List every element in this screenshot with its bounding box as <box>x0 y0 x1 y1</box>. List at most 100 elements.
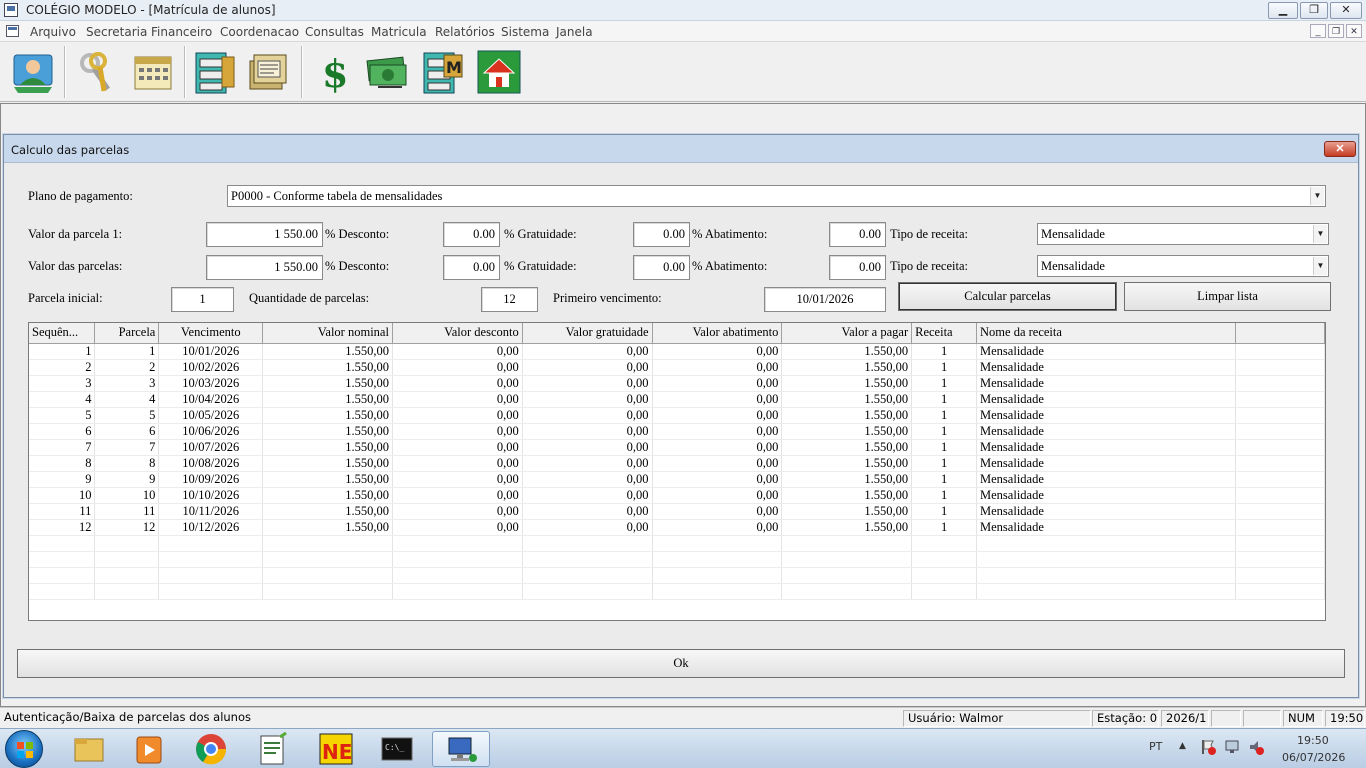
keys-icon[interactable] <box>74 49 120 95</box>
flag-icon[interactable] <box>1200 738 1216 759</box>
menu-coordenacao[interactable]: Coordenacao <box>220 25 299 39</box>
menu-matricula[interactable]: Matricula <box>371 25 427 39</box>
empty-cell <box>522 551 653 568</box>
table-row[interactable]: 9 9 10/09/2026 1.550,00 0,00 0,00 0,00 1.550,00… <box>29 471 1325 488</box>
mdi-minimize-button[interactable]: _ <box>1310 24 1326 38</box>
plano-select[interactable]: P0000 - Conforme tabela de mensalidades … <box>227 185 1326 207</box>
language-indicator[interactable]: PT <box>1149 740 1162 753</box>
menu-janela[interactable]: Janela <box>556 25 593 39</box>
cabinet-m-icon[interactable]: M <box>420 49 466 95</box>
table-cell: 1.550,00 <box>781 439 913 456</box>
chevron-down-icon[interactable]: ▼ <box>1313 225 1327 243</box>
table-row[interactable]: 8 8 10/08/2026 1.550,00 0,00 0,00 0,00 1.550,00… <box>29 455 1325 472</box>
folder-icon[interactable] <box>60 731 118 767</box>
chevron-down-icon[interactable]: ▼ <box>1310 187 1324 205</box>
table-cell: 1 <box>911 391 978 408</box>
col-valor-desconto[interactable]: Valor desconto <box>392 323 523 344</box>
col-valor-gratuidade[interactable]: Valor gratuidade <box>522 323 653 344</box>
mdi-restore-button[interactable]: ❐ <box>1328 24 1344 38</box>
menu-secretaria[interactable]: Secretaria <box>86 25 147 39</box>
vencimento-field[interactable]: 10/01/2026 <box>764 287 886 312</box>
tray-expand-icon[interactable]: ▲ <box>1179 741 1186 751</box>
minimize-button[interactable]: ▁ <box>1268 2 1298 19</box>
empty-cell <box>522 567 653 584</box>
dialog-close-button[interactable]: ✕ <box>1324 141 1356 157</box>
menu-financeiro[interactable]: Financeiro <box>151 25 212 39</box>
table-row[interactable]: 6 6 10/06/2026 1.550,00 0,00 0,00 0,00 1.550,00… <box>29 423 1325 440</box>
table-cell: 10/05/2026 <box>158 407 264 424</box>
table-cell: 11 <box>29 503 96 520</box>
table-row[interactable]: 12 12 10/12/2026 1.550,00 0,00 0,00 0,00 1.550,… <box>29 519 1325 536</box>
table-row[interactable]: 3 3 10/03/2026 1.550,00 0,00 0,00 0,00 1.550,00… <box>29 375 1325 392</box>
ne-app-icon[interactable]: NE <box>306 731 364 767</box>
close-button[interactable]: ✕ <box>1330 2 1362 19</box>
filler-cell <box>1235 439 1325 456</box>
windows-start-icon[interactable] <box>5 730 43 768</box>
table-cell: Mensalidade <box>976 407 1237 424</box>
table-row[interactable]: 4 4 10/04/2026 1.550,00 0,00 0,00 0,00 1.550,00… <box>29 391 1325 408</box>
abatimento1-field[interactable]: 0.00 <box>829 222 886 247</box>
menu-sistema[interactable]: Sistema <box>501 25 549 39</box>
parcelas-grid[interactable]: Sequên... Parcela Vencimento Valor nomin… <box>28 322 1326 621</box>
table-cell: Mensalidade <box>976 423 1237 440</box>
notepad-icon[interactable] <box>244 731 302 767</box>
students-icon[interactable] <box>10 49 56 95</box>
table-row[interactable]: 2 2 10/02/2026 1.550,00 0,00 0,00 0,00 1.550,00… <box>29 359 1325 376</box>
gratuidade-field[interactable]: 0.00 <box>633 255 690 280</box>
tipo-select[interactable]: Mensalidade ▼ <box>1037 255 1329 277</box>
col-nome-receita[interactable]: Nome da receita <box>976 323 1237 344</box>
valor-parcelas-field[interactable]: 1 550.00 <box>206 255 323 280</box>
col-sequencia[interactable]: Sequên... <box>29 323 96 344</box>
menu-relatorios[interactable]: Relatórios <box>435 25 495 39</box>
menu-arquivo[interactable]: Arquivo <box>30 25 76 39</box>
dollar-icon[interactable]: $ <box>312 49 358 96</box>
network-icon[interactable] <box>1224 738 1240 759</box>
chevron-down-icon[interactable]: ▼ <box>1313 257 1327 275</box>
quantidade-field[interactable]: 12 <box>481 287 538 312</box>
empty-cell <box>94 583 160 600</box>
chrome-icon[interactable] <box>182 731 240 767</box>
col-parcela[interactable]: Parcela <box>94 323 160 344</box>
limpar-lista-button[interactable]: Limpar lista <box>1124 282 1331 311</box>
clock-time[interactable]: 19:50 <box>1297 734 1329 747</box>
ok-button[interactable]: Ok <box>17 649 1345 678</box>
valor-parcela1-field[interactable]: 1 550.00 <box>206 222 323 247</box>
file-cabinet-icon[interactable] <box>192 49 238 95</box>
col-valor-abatimento[interactable]: Valor abatimento <box>652 323 783 344</box>
table-cell: 0,00 <box>392 439 523 456</box>
documents-icon[interactable] <box>246 49 292 95</box>
col-valor-pagar[interactable]: Valor a pagar <box>781 323 913 344</box>
home-icon[interactable] <box>476 49 522 95</box>
clock-date[interactable]: 06/07/2026 <box>1282 751 1345 764</box>
table-row[interactable]: 11 11 10/11/2026 1.550,00 0,00 0,00 0,00 1.550,… <box>29 503 1325 520</box>
table-cell: 9 <box>94 471 160 488</box>
terminal-icon[interactable]: C:\_ <box>368 731 426 767</box>
table-row[interactable]: 1 1 10/01/2026 1.550,00 0,00 0,00 0,00 1.550,00… <box>29 343 1325 360</box>
volume-muted-icon[interactable] <box>1248 738 1264 759</box>
table-cell: 1.550,00 <box>262 519 393 536</box>
abatimento-field[interactable]: 0.00 <box>829 255 886 280</box>
network-app-icon[interactable] <box>432 731 490 767</box>
table-cell: 1 <box>911 359 978 376</box>
gratuidade1-field[interactable]: 0.00 <box>633 222 690 247</box>
table-row[interactable]: 7 7 10/07/2026 1.550,00 0,00 0,00 0,00 1.550,00… <box>29 439 1325 456</box>
media-player-icon[interactable] <box>120 731 178 767</box>
maximize-button[interactable]: ❐ <box>1300 2 1328 19</box>
desconto1-field[interactable]: 0.00 <box>443 222 500 247</box>
menu-consultas[interactable]: Consultas <box>305 25 364 39</box>
money-icon[interactable] <box>364 49 410 95</box>
calcular-parcelas-button[interactable]: Calcular parcelas <box>898 282 1117 311</box>
filler-cell <box>1235 343 1325 360</box>
parcela-inicial-field[interactable]: 1 <box>171 287 234 312</box>
table-row[interactable]: 5 5 10/05/2026 1.550,00 0,00 0,00 0,00 1.550,00… <box>29 407 1325 424</box>
document-icon[interactable] <box>6 25 19 37</box>
mdi-close-button[interactable]: ✕ <box>1346 24 1362 38</box>
table-row[interactable]: 10 10 10/10/2026 1.550,00 0,00 0,00 0,00 1.550,… <box>29 487 1325 504</box>
tipo1-select[interactable]: Mensalidade ▼ <box>1037 223 1329 245</box>
desconto-field[interactable]: 0.00 <box>443 255 500 280</box>
col-vencimento[interactable]: Vencimento <box>158 323 264 344</box>
col-valor-nominal[interactable]: Valor nominal <box>262 323 393 344</box>
col-receita[interactable]: Receita <box>911 323 978 344</box>
grid-header: Sequên... Parcela Vencimento Valor nomin… <box>29 323 1325 344</box>
calendar-icon[interactable] <box>130 49 176 95</box>
